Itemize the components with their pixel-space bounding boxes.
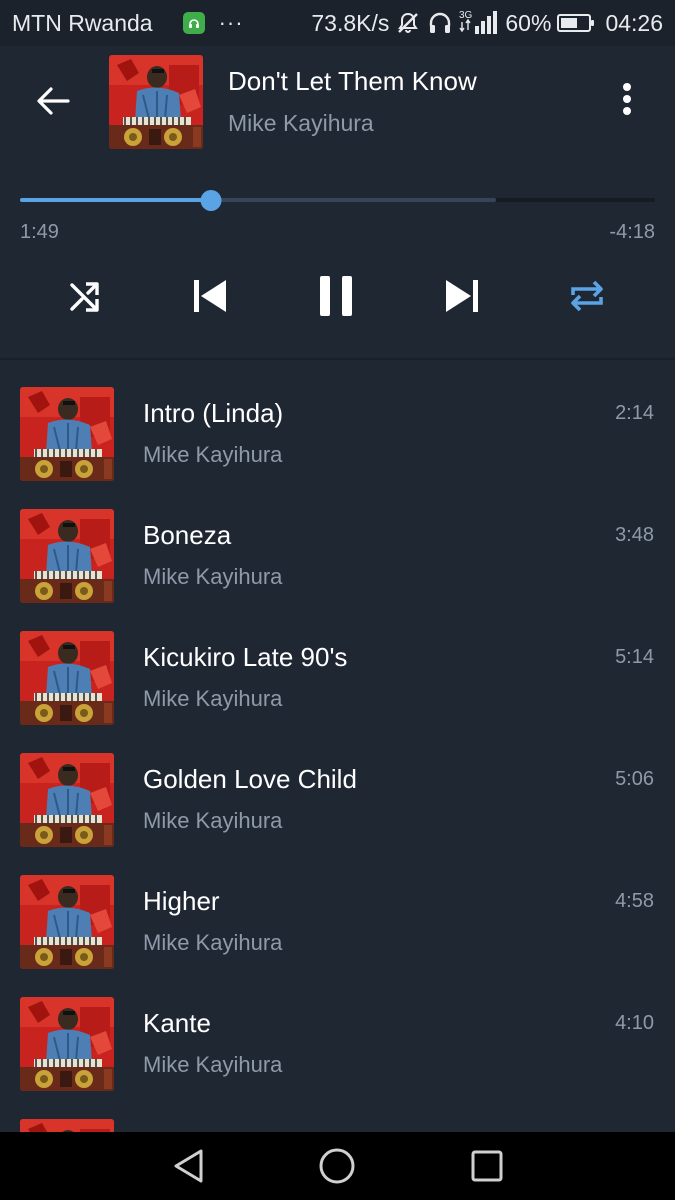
nav-recents-button[interactable] bbox=[467, 1146, 507, 1186]
shuffle-button[interactable] bbox=[55, 266, 115, 326]
track-item[interactable]: Golden Love Child Mike Kayihura 5:06 bbox=[0, 732, 675, 854]
track-duration: 3:48 bbox=[615, 524, 654, 546]
track-album-art bbox=[20, 387, 114, 481]
track-title: Higher bbox=[143, 886, 220, 916]
previous-button[interactable] bbox=[180, 266, 240, 326]
elapsed-time: 1:49 bbox=[20, 221, 59, 243]
mute-icon bbox=[395, 10, 421, 36]
network-type: 3G bbox=[459, 10, 473, 21]
track-item[interactable] bbox=[0, 1098, 675, 1132]
pause-icon bbox=[320, 276, 352, 316]
track-title: Kicukiro Late 90's bbox=[143, 642, 348, 672]
track-item[interactable]: Boneza Mike Kayihura 3:48 bbox=[0, 488, 675, 610]
clock: 04:26 bbox=[605, 9, 663, 36]
track-list[interactable]: Intro (Linda) Mike Kayihura 2:14 Boneza … bbox=[0, 366, 675, 1132]
track-duration: 5:14 bbox=[615, 646, 654, 668]
previous-icon bbox=[194, 280, 226, 312]
track-item[interactable]: Higher Mike Kayihura 4:58 bbox=[0, 854, 675, 976]
now-playing-artist: Mike Kayihura bbox=[228, 110, 374, 136]
track-album-art bbox=[20, 875, 114, 969]
next-button[interactable] bbox=[432, 266, 492, 326]
track-title: Golden Love Child bbox=[143, 764, 357, 794]
signal-icon: 3G bbox=[459, 8, 499, 38]
now-playing-header: Don't Let Them Know Mike Kayihura bbox=[0, 46, 675, 156]
back-arrow-icon bbox=[37, 87, 70, 115]
track-artist: Mike Kayihura bbox=[143, 564, 283, 589]
track-duration: 2:14 bbox=[615, 402, 654, 424]
repeat-icon bbox=[571, 280, 603, 312]
seek-progress bbox=[20, 198, 211, 202]
app-notification-icon bbox=[182, 12, 205, 34]
more-options-button[interactable] bbox=[607, 76, 647, 122]
playback-controls bbox=[0, 266, 675, 330]
track-artist: Mike Kayihura bbox=[143, 1052, 283, 1077]
divider bbox=[0, 358, 675, 360]
more-notifications-icon: ··· bbox=[218, 10, 244, 35]
battery-icon bbox=[557, 14, 595, 32]
track-artist: Mike Kayihura bbox=[143, 686, 283, 711]
remaining-time: -4:18 bbox=[609, 221, 655, 243]
track-album-art bbox=[20, 631, 114, 725]
track-album-art bbox=[20, 997, 114, 1091]
carrier-name: MTN Rwanda bbox=[12, 9, 153, 36]
headphones-icon bbox=[427, 10, 453, 36]
track-artist: Mike Kayihura bbox=[143, 930, 283, 955]
track-item[interactable]: Kante Mike Kayihura 4:10 bbox=[0, 976, 675, 1098]
repeat-button[interactable] bbox=[557, 266, 617, 326]
track-album-art bbox=[20, 509, 114, 603]
network-speed: 73.8K/s bbox=[311, 9, 390, 36]
track-title: Kante bbox=[143, 1008, 211, 1038]
more-vert-icon bbox=[623, 83, 631, 115]
shuffle-icon bbox=[70, 282, 99, 312]
track-title: Boneza bbox=[143, 520, 232, 550]
back-button[interactable] bbox=[30, 78, 76, 124]
now-playing-title: Don't Let Them Know bbox=[228, 66, 477, 96]
track-artist: Mike Kayihura bbox=[143, 442, 283, 467]
nav-back-triangle-icon bbox=[174, 1149, 203, 1183]
track-duration: 5:06 bbox=[615, 768, 654, 790]
next-icon bbox=[446, 280, 478, 312]
track-item[interactable]: Kicukiro Late 90's Mike Kayihura 5:14 bbox=[0, 610, 675, 732]
track-duration: 4:58 bbox=[615, 890, 654, 912]
track-item[interactable]: Intro (Linda) Mike Kayihura 2:14 bbox=[0, 366, 675, 488]
nav-home-button[interactable] bbox=[317, 1146, 357, 1186]
status-bar: MTN Rwanda ··· 73.8K/s 3G 60% 04:26 bbox=[0, 0, 675, 46]
track-title: Intro (Linda) bbox=[143, 398, 284, 428]
seek-thumb[interactable] bbox=[200, 190, 221, 211]
nav-home-circle-icon bbox=[319, 1148, 355, 1184]
pause-button[interactable] bbox=[306, 266, 366, 326]
now-playing-album-art[interactable] bbox=[109, 55, 203, 149]
track-artist: Mike Kayihura bbox=[143, 808, 283, 833]
battery-percent: 60% bbox=[505, 9, 552, 36]
track-album-art bbox=[20, 753, 114, 847]
nav-recents-square-icon bbox=[471, 1150, 503, 1182]
seek-bar[interactable] bbox=[20, 190, 655, 211]
system-nav-bar bbox=[0, 1132, 675, 1200]
nav-back-button[interactable] bbox=[168, 1146, 208, 1186]
track-duration: 4:10 bbox=[615, 1012, 654, 1034]
track-album-art bbox=[20, 1119, 114, 1132]
